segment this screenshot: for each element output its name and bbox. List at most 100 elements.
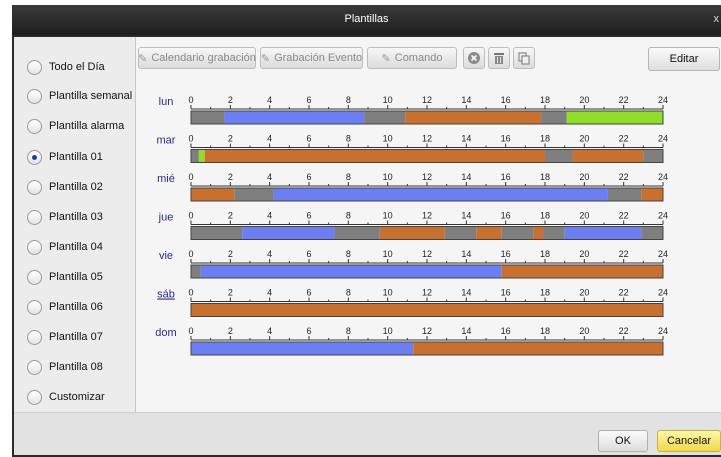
- close-icon[interactable]: x: [714, 5, 720, 33]
- tick-label: 4: [267, 326, 272, 336]
- editar-button[interactable]: Editar: [648, 47, 720, 71]
- radio-button[interactable]: [27, 118, 42, 134]
- tick-label: 24: [658, 288, 668, 298]
- tick-label: 14: [461, 211, 471, 221]
- tick-label: 2: [228, 211, 233, 221]
- tick-label: 18: [540, 249, 550, 259]
- tick-label: 0: [188, 172, 193, 182]
- delete-icon: [494, 53, 504, 64]
- radio-button[interactable]: [27, 149, 42, 165]
- tick-label: 0: [188, 95, 193, 105]
- radio-button[interactable]: [27, 59, 42, 75]
- tick-label: 0: [188, 249, 193, 259]
- schedule-segment-gray: [543, 226, 565, 240]
- radio-button[interactable]: [27, 179, 42, 195]
- tick-label: 4: [267, 288, 272, 298]
- schedule-segment-gray: [641, 226, 663, 240]
- tick-label: 8: [346, 211, 351, 221]
- tick-label: 10: [383, 288, 393, 298]
- tick-label: 22: [619, 95, 629, 105]
- grabacion-evento-button[interactable]: ✎ Grabación Evento: [260, 47, 363, 69]
- template-option-label: Todo el Día: [49, 61, 105, 73]
- tick-label: 10: [383, 326, 393, 336]
- schedule-segment-green: [566, 111, 663, 124]
- tick-label: 8: [346, 95, 351, 105]
- template-option[interactable]: Plantilla 02: [27, 177, 103, 197]
- schedule-segment-gray: [191, 265, 201, 278]
- tick-label: 4: [267, 95, 272, 105]
- tick-label: 8: [346, 134, 351, 144]
- day-label: lun: [159, 96, 174, 108]
- tick-label: 20: [579, 288, 589, 298]
- tick-label: 24: [658, 249, 668, 259]
- schedule-segment-orange: [572, 149, 644, 163]
- template-option[interactable]: Plantilla 05: [27, 267, 103, 287]
- tick-label: 10: [383, 95, 393, 105]
- template-option[interactable]: Plantilla 01: [27, 147, 103, 167]
- template-option[interactable]: Plantilla 03: [27, 207, 103, 227]
- template-option[interactable]: Todo el Día: [27, 57, 105, 77]
- tick-label: 18: [540, 211, 550, 221]
- calendario-grabacion-button[interactable]: ✎ Calendario grabación: [138, 47, 256, 69]
- schedule-segment-blue: [200, 265, 502, 278]
- tick-label: 12: [422, 134, 432, 144]
- schedule-segment-blue: [564, 226, 642, 240]
- cancel-button[interactable]: Cancelar: [657, 430, 721, 452]
- schedule-segment-orange: [405, 111, 542, 124]
- tick-label: 10: [383, 172, 393, 182]
- tick-label: 24: [658, 95, 668, 105]
- tick-label: 12: [422, 326, 432, 336]
- radio-button[interactable]: [27, 299, 42, 315]
- template-option[interactable]: Customizar: [27, 387, 105, 407]
- template-option[interactable]: Plantilla semanal: [27, 86, 132, 106]
- comando-button[interactable]: ✎ Comando: [367, 47, 457, 69]
- template-list: Todo el Día Plantilla semanal Plantilla al…: [14, 37, 134, 412]
- tick-label: 8: [346, 288, 351, 298]
- template-option[interactable]: Plantilla 06: [27, 297, 103, 317]
- tick-label: 16: [501, 326, 511, 336]
- grabacion-evento-label: Grabación Evento: [274, 52, 363, 64]
- comando-label: Comando: [394, 52, 443, 64]
- template-option-label: Plantilla 04: [49, 241, 103, 253]
- copy-button[interactable]: [513, 47, 535, 69]
- schedule-segment-blue: [242, 226, 335, 240]
- tick-label: 4: [267, 249, 272, 259]
- tick-label: 14: [461, 134, 471, 144]
- weekly-schedule[interactable]: lun 0 2 4 6 8 10 12 14 16 18 20 22 24mar 0 2 4 6 8 10 12 14 16…: [136, 73, 721, 412]
- template-option[interactable]: Plantilla alarma: [27, 116, 124, 136]
- tick-label: 24: [658, 172, 668, 182]
- day-label: mar: [157, 135, 176, 147]
- tick-label: 14: [461, 95, 471, 105]
- dialog-footer: OK Cancelar: [14, 412, 721, 455]
- delete-button[interactable]: [488, 47, 510, 69]
- schedule-segment-blue: [224, 111, 365, 124]
- template-option[interactable]: Plantilla 04: [27, 237, 103, 257]
- radio-button[interactable]: [27, 239, 42, 255]
- tick-label: 16: [501, 288, 511, 298]
- schedule-segment-orange: [533, 226, 544, 240]
- schedule-segment-blue: [273, 188, 608, 201]
- tick-label: 24: [658, 326, 668, 336]
- tick-label: 2: [228, 326, 233, 336]
- tick-label: 18: [540, 326, 550, 336]
- radio-button[interactable]: [27, 329, 42, 345]
- template-option[interactable]: Plantilla 07: [27, 327, 103, 347]
- radio-button[interactable]: [27, 389, 42, 405]
- schedule-segment-orange: [204, 149, 545, 163]
- template-option-label: Plantilla 03: [49, 211, 103, 223]
- ok-button[interactable]: OK: [598, 430, 648, 452]
- template-option[interactable]: Plantilla 08: [27, 357, 103, 377]
- radio-button[interactable]: [27, 88, 42, 104]
- tick-label: 10: [383, 134, 393, 144]
- tick-label: 4: [267, 211, 272, 221]
- radio-button[interactable]: [27, 209, 42, 225]
- tick-label: 22: [619, 172, 629, 182]
- tick-label: 2: [228, 288, 233, 298]
- radio-button[interactable]: [27, 269, 42, 285]
- tick-label: 4: [267, 172, 272, 182]
- clear-button[interactable]: [463, 47, 485, 69]
- tick-label: 18: [540, 288, 550, 298]
- tick-label: 12: [422, 172, 432, 182]
- radio-button[interactable]: [27, 359, 42, 375]
- tick-label: 6: [306, 172, 311, 182]
